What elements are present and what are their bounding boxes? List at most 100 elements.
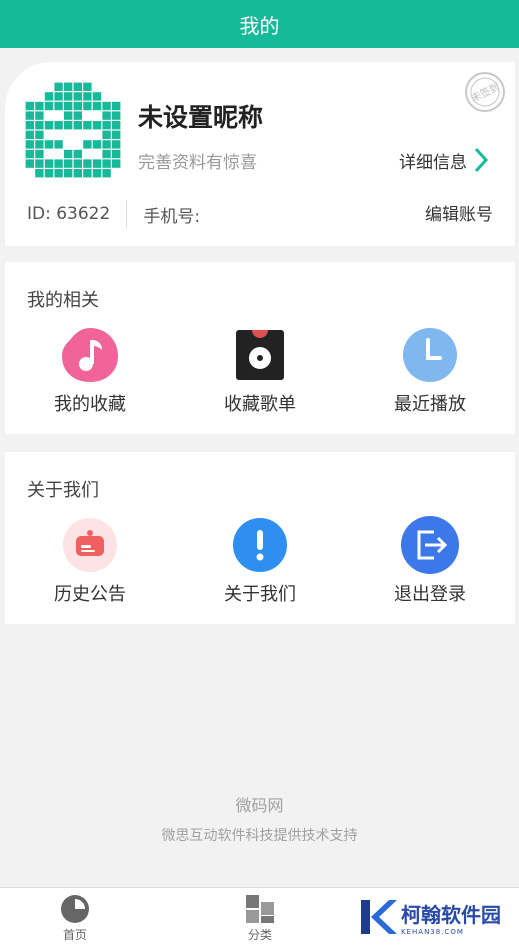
profile-subtitle: 完善资料有惊喜 xyxy=(138,153,257,173)
avatar-pixel xyxy=(102,149,111,159)
avatar-pixel xyxy=(112,149,121,159)
k-logo-icon xyxy=(361,900,397,934)
avatar-pixel xyxy=(83,121,92,130)
music-note-icon xyxy=(62,328,118,382)
avatar-pixel xyxy=(25,159,34,168)
detail-info-link[interactable]: 详细信息 xyxy=(399,146,489,174)
avatar-pixel xyxy=(25,121,34,130)
bottom-tab-bar: 首页 分类 柯翰软件园 KEHAN38.COM xyxy=(0,887,519,946)
avatar-pixel xyxy=(102,111,111,120)
avatar-pixel xyxy=(35,140,44,149)
logout-item[interactable]: 退出登录 xyxy=(345,516,515,606)
avatar-pixel xyxy=(83,82,92,91)
avatar-pixel xyxy=(112,159,121,168)
avatar-pixel xyxy=(64,82,73,91)
watermark-text: 柯翰软件园 xyxy=(401,902,501,927)
avatar-pixel xyxy=(64,111,73,120)
avatar-pixel xyxy=(44,92,54,101)
tab-label: 分类 xyxy=(247,928,272,942)
avatar-pixel xyxy=(83,101,92,111)
tab-category[interactable]: 分类 xyxy=(230,894,290,943)
section-title: 我的相关 xyxy=(27,290,99,311)
about-grid: 历史公告 关于我们 退出登录 xyxy=(5,516,515,606)
avatar-pixel xyxy=(35,121,44,130)
avatar-pixel xyxy=(64,159,73,168)
avatar-pixel xyxy=(83,169,92,178)
avatar-pixel xyxy=(25,111,34,120)
avatar-pixel xyxy=(83,159,92,168)
watermark-subtext: KEHAN38.COM xyxy=(401,927,464,936)
avatar-pixel xyxy=(64,149,73,159)
avatar-pixel xyxy=(35,169,44,178)
checkin-stamp-icon[interactable]: 未签到 xyxy=(463,70,507,114)
divider xyxy=(126,200,128,228)
avatar-pixel xyxy=(64,121,73,130)
phone-label: 手机号: xyxy=(143,206,201,227)
avatar-pixel xyxy=(112,101,121,111)
clock-icon xyxy=(403,328,457,382)
edit-account-button[interactable]: 编辑账号 xyxy=(425,200,493,225)
info-exclamation-icon xyxy=(233,518,287,572)
avatar-pixel xyxy=(35,130,44,139)
avatar-pixel xyxy=(92,101,102,111)
avatar-pixel xyxy=(73,82,82,91)
avatar-pixel xyxy=(92,140,102,149)
avatar-pixel xyxy=(44,169,54,178)
avatar[interactable] xyxy=(25,82,121,178)
avatar-pixel xyxy=(83,92,92,101)
vinyl-record-icon xyxy=(236,330,284,380)
avatar-pixel xyxy=(44,140,54,149)
avatar-pixel xyxy=(54,140,63,149)
recently-played-item[interactable]: 最近播放 xyxy=(345,326,515,416)
avatar-pixel xyxy=(102,101,111,111)
avatar-pixel xyxy=(112,111,121,120)
tab-label: 首页 xyxy=(62,928,87,942)
avatar-pixel xyxy=(102,159,111,168)
avatar-pixel xyxy=(35,159,44,168)
page-title: 我的 xyxy=(239,13,280,38)
avatar-pixel xyxy=(54,101,63,111)
footer-support: 微思互动软件科技提供技术支持 xyxy=(161,828,358,844)
avatar-pixel xyxy=(92,121,102,130)
avatar-pixel xyxy=(73,149,82,159)
detail-info-label: 详细信息 xyxy=(399,152,467,173)
avatar-pixel xyxy=(73,121,82,130)
avatar-pixel xyxy=(25,101,34,111)
avatar-pixel xyxy=(54,159,63,168)
section-title: 关于我们 xyxy=(27,480,99,501)
avatar-pixel xyxy=(54,169,63,178)
my-favorites-item[interactable]: 我的收藏 xyxy=(5,326,175,416)
tab-home[interactable]: 首页 xyxy=(45,894,105,943)
avatar-pixel xyxy=(44,121,54,130)
watermark-logo: 柯翰软件园 KEHAN38.COM xyxy=(359,896,501,938)
saved-playlists-item[interactable]: 收藏歌单 xyxy=(175,326,345,416)
avatar-pixel xyxy=(112,130,121,139)
avatar-pixel xyxy=(35,101,44,111)
grid-label: 最近播放 xyxy=(394,394,466,415)
avatar-pixel xyxy=(54,82,63,91)
avatar-pixel xyxy=(73,92,82,101)
avatar-pixel xyxy=(73,159,82,168)
avatar-pixel xyxy=(44,101,54,111)
logout-icon xyxy=(401,516,459,574)
avatar-pixel xyxy=(64,101,73,111)
avatar-pixel xyxy=(25,149,34,159)
avatar-pixel xyxy=(25,130,34,139)
avatar-pixel xyxy=(112,121,121,130)
avatar-pixel xyxy=(35,149,44,159)
avatar-pixel xyxy=(102,121,111,130)
avatar-pixel xyxy=(92,92,102,101)
grid-label: 我的收藏 xyxy=(54,394,126,415)
grid-label: 历史公告 xyxy=(54,584,126,605)
avatar-pixel xyxy=(35,111,44,120)
avatar-pixel xyxy=(102,140,111,149)
avatar-pixel xyxy=(73,101,82,111)
category-grid-icon xyxy=(246,895,274,923)
avatar-pixel xyxy=(102,130,111,139)
home-pie-icon xyxy=(61,895,89,923)
announcements-item[interactable]: 历史公告 xyxy=(5,516,175,606)
avatar-pixel xyxy=(102,169,111,178)
avatar-pixel xyxy=(73,169,82,178)
user-id: ID: 63622 xyxy=(27,204,111,224)
about-us-item[interactable]: 关于我们 xyxy=(175,516,345,606)
